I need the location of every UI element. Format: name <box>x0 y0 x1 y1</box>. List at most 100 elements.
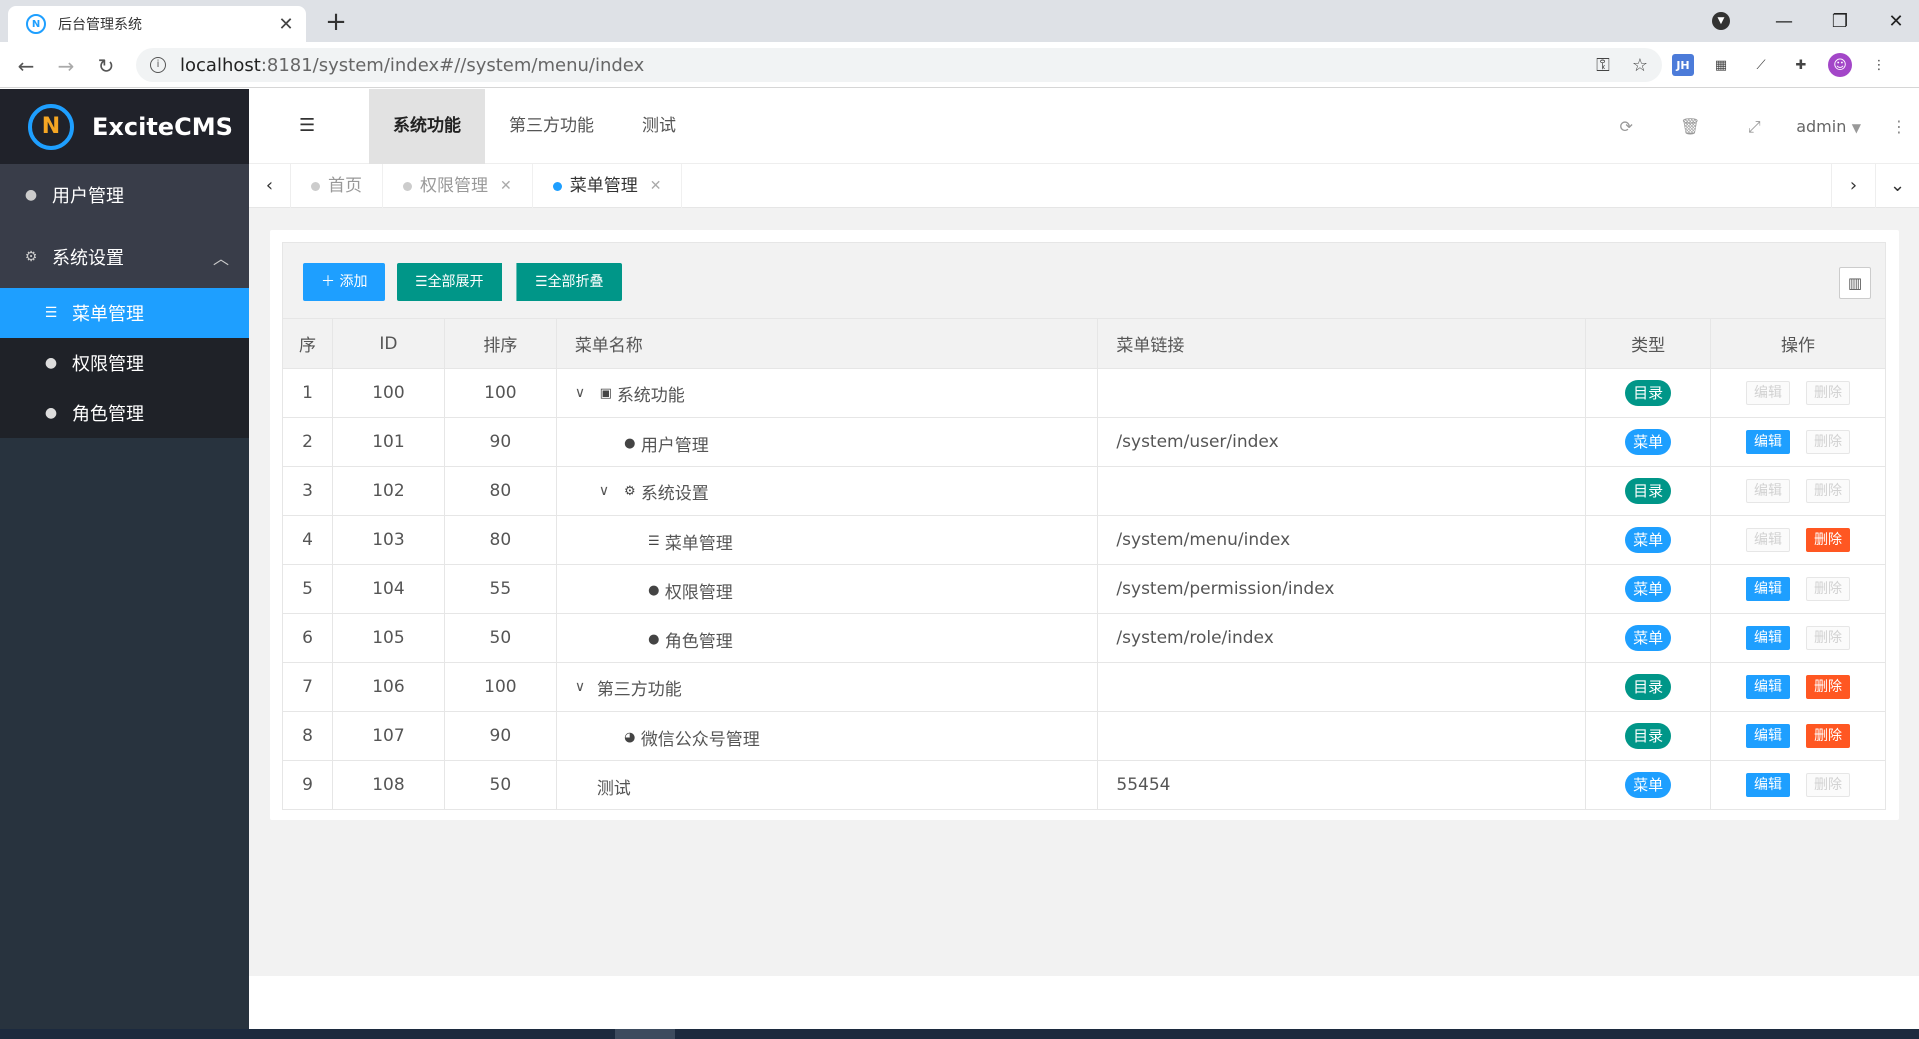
column-header[interactable]: 操作 <box>1710 318 1886 369</box>
table-row[interactable]: 6 105 50 ● 角色管理/system/role/index 菜单 编辑 删除 <box>282 613 1886 663</box>
column-header[interactable]: 类型 <box>1585 318 1712 369</box>
more-icon[interactable]: ⋮ <box>1879 117 1919 136</box>
column-header[interactable]: 排序 <box>443 318 557 369</box>
column-header[interactable]: 菜单链接 <box>1097 318 1587 369</box>
cell-name: ∨ ⚙ 系统设置 <box>555 466 1099 516</box>
tabs-left-icon[interactable]: ‹ <box>249 164 291 208</box>
cell-actions: 编辑 删除 <box>1710 417 1886 467</box>
sidebar-toggle-icon[interactable]: ☰ <box>299 115 315 136</box>
cell-name: 测试 <box>555 760 1099 810</box>
menu-name: 系统设置 <box>640 483 709 504</box>
header-nav-thirdparty[interactable]: 第三方功能 <box>485 89 618 164</box>
edit-button[interactable]: 编辑 <box>1746 675 1791 699</box>
edit-button[interactable]: 编辑 <box>1746 773 1791 797</box>
edit-button[interactable]: 编辑 <box>1746 626 1791 650</box>
edit-button[interactable]: 编辑 <box>1746 528 1791 552</box>
speed-extension-icon[interactable]: ⟋ <box>1748 52 1774 78</box>
columns-icon[interactable]: ▥ <box>1839 267 1871 299</box>
delete-button[interactable]: 删除 <box>1806 626 1851 650</box>
cell-name: ◕ 微信公众号管理 <box>555 711 1099 761</box>
table-row[interactable]: 8 107 90 ◕ 微信公众号管理 目录 编辑 删除 <box>282 711 1886 761</box>
delete-button[interactable]: 删除 <box>1806 577 1851 601</box>
type-badge: 目录 <box>1625 380 1672 406</box>
sidebar-item-label: 系统设置 <box>52 248 124 269</box>
table-row[interactable]: 1 100 100 ∨ ▣ 系统功能 目录 编辑 删除 <box>282 368 1886 418</box>
browser-menu-icon[interactable]: ⋮ <box>1866 52 1892 78</box>
sidebar-item-users[interactable]: ● 用户管理 <box>0 164 249 226</box>
page-tab-home[interactable]: 首页 <box>291 164 383 208</box>
edit-button[interactable]: 编辑 <box>1746 577 1791 601</box>
delete-button[interactable]: 删除 <box>1806 724 1851 748</box>
column-header[interactable]: ID <box>331 318 445 369</box>
table-row[interactable]: 7 106 100 ∨ 第三方功能 目录 编辑 删除 <box>282 662 1886 712</box>
url-host: localhost <box>180 54 261 76</box>
delete-button[interactable]: 删除 <box>1806 381 1851 405</box>
sidebar-subitem-permission[interactable]: ● 权限管理 <box>0 338 249 388</box>
tabs-dropdown-icon[interactable]: ⌄ <box>1875 164 1919 208</box>
tabs-right-icon[interactable]: › <box>1831 164 1875 208</box>
table-row[interactable]: 3 102 80 ∨ ⚙ 系统设置 目录 编辑 删除 <box>282 466 1886 516</box>
delete-button[interactable]: 删除 <box>1806 528 1851 552</box>
collapse-all-button[interactable]: ☰全部折叠 <box>516 263 622 301</box>
close-tab-icon[interactable]: ✕ <box>276 14 296 35</box>
edit-button[interactable]: 编辑 <box>1746 479 1791 503</box>
users-icon: ● <box>648 582 660 598</box>
refresh-icon[interactable]: ⟳ <box>1594 117 1658 136</box>
chevron-down-icon[interactable]: ∨ <box>575 385 597 401</box>
site-info-icon[interactable]: i <box>150 57 166 73</box>
extensions-puzzle-icon[interactable]: ✚ <box>1788 52 1814 78</box>
edit-button[interactable]: 编辑 <box>1746 724 1791 748</box>
forward-icon[interactable]: → <box>52 52 80 80</box>
jh-extension-icon[interactable]: JH <box>1672 54 1694 76</box>
page-tab-permission[interactable]: 权限管理 ✕ <box>383 164 533 208</box>
header-nav-test[interactable]: 测试 <box>618 89 700 164</box>
key-icon[interactable]: ⚿ <box>1596 55 1610 76</box>
tab-search-icon[interactable]: ▼ <box>1712 12 1730 30</box>
table-row[interactable]: 5 104 55 ● 权限管理/system/permission/index 菜单 编辑删… <box>282 564 1886 614</box>
profile-avatar[interactable]: ☺ <box>1828 53 1852 77</box>
chevron-down-icon[interactable]: ∨ <box>575 679 597 695</box>
delete-button[interactable]: 删除 <box>1806 773 1851 797</box>
taskbar-item[interactable] <box>615 1029 675 1039</box>
sidebar-subitem-menu[interactable]: ☰ 菜单管理 <box>0 288 249 338</box>
edit-button[interactable]: 编辑 <box>1746 381 1791 405</box>
header-nav-system[interactable]: 系统功能 <box>369 89 485 164</box>
cell-id: 103 <box>331 515 445 565</box>
sidebar-item-settings[interactable]: ⚙ 系统设置 ︿ <box>0 226 249 288</box>
close-icon[interactable]: ✕ <box>500 164 512 208</box>
trash-icon[interactable]: 🗑 <box>1658 117 1722 136</box>
new-tab-button[interactable]: + <box>322 8 350 36</box>
table-row[interactable]: 9 108 50 测试 55454 菜单 编辑 删除 <box>282 760 1886 810</box>
back-icon[interactable]: ← <box>12 52 40 80</box>
delete-button[interactable]: 删除 <box>1806 430 1851 454</box>
column-header[interactable]: 菜单名称 <box>555 318 1099 369</box>
maximize-icon[interactable]: ❐ <box>1812 11 1868 32</box>
cell-order: 50 <box>443 760 557 810</box>
minimize-icon[interactable]: — <box>1756 11 1812 32</box>
fullscreen-icon[interactable]: ⤢ <box>1722 117 1786 137</box>
user-menu[interactable]: admin ▼ <box>1786 117 1879 137</box>
close-icon[interactable]: ✕ <box>650 164 662 208</box>
bookmark-star-icon[interactable]: ☆ <box>1632 55 1648 76</box>
cell-seq: 8 <box>282 711 333 761</box>
expand-all-button[interactable]: ☰全部展开 <box>397 263 502 301</box>
browser-tab[interactable]: N 后台管理系统 ✕ <box>8 6 306 42</box>
delete-button[interactable]: 删除 <box>1806 675 1851 699</box>
table-row[interactable]: 4 103 80 ☰ 菜单管理/system/menu/index 菜单 编辑 删除 <box>282 515 1886 565</box>
add-button[interactable]: ＋ 添加 <box>303 263 386 301</box>
qr-extension-icon[interactable]: ▦ <box>1708 52 1734 78</box>
menu-name: 权限管理 <box>664 582 733 603</box>
table-row[interactable]: 2 101 90 ● 用户管理/system/user/index 菜单 编辑 删除 <box>282 417 1886 467</box>
url-input[interactable]: i localhost:8181/system/index#//system/m… <box>136 48 1662 82</box>
user-icon: ● <box>44 405 58 421</box>
cell-actions: 编辑 删除 <box>1710 662 1886 712</box>
delete-button[interactable]: 删除 <box>1806 479 1851 503</box>
chevron-down-icon[interactable]: ∨ <box>599 483 621 499</box>
window-close-icon[interactable]: ✕ <box>1868 11 1919 32</box>
cell-name: ● 用户管理 <box>555 417 1099 467</box>
reload-icon[interactable]: ↻ <box>92 52 120 80</box>
edit-button[interactable]: 编辑 <box>1746 430 1791 454</box>
page-tab-menu[interactable]: 菜单管理 ✕ <box>533 164 683 208</box>
sidebar-subitem-role[interactable]: ● 角色管理 <box>0 388 249 438</box>
column-header[interactable]: 序 <box>282 318 333 369</box>
